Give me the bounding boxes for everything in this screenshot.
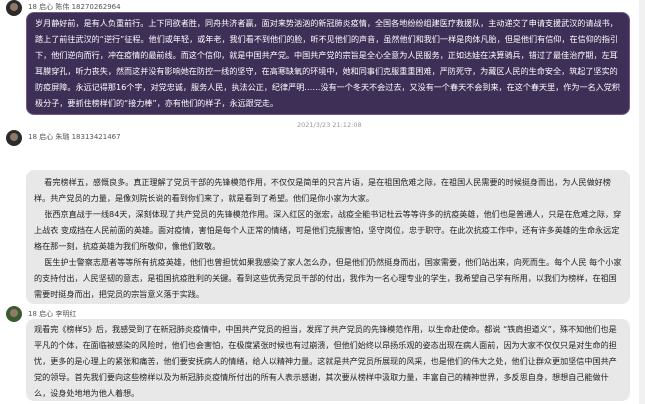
message-bubble[interactable]: 观看完《榜样5》后，我感受到了在新冠肺炎疫情中，中国共产党员的担当，发挥了共产党… xyxy=(26,319,630,401)
avatar[interactable] xyxy=(6,130,22,146)
sender-name: 18 启心 朱璐 18313421467 xyxy=(28,133,121,141)
message-text: 岁月静好前，是有人负重前行。上下同欲者胜，同舟共济者赢，面对来势汹汹的新冠肺炎疫… xyxy=(35,18,620,108)
message-bubble[interactable]: 看完榜样五，感慨良多。真正理解了党员干部的先锋模范作用，不仅仅是简单的只言片语，… xyxy=(26,170,630,304)
message-bubble[interactable]: 岁月静好前，是有人负重前行。上下同欲者胜，同舟共济者赢，面对来势汹汹的新冠肺炎疫… xyxy=(26,12,630,115)
scrollbar[interactable] xyxy=(639,0,645,404)
message-paragraph: 医生护士警察志愿者等等所有抗疫英雄，他们也曾担忧如果我感染了家人怎么办，但是他们… xyxy=(34,257,622,299)
avatar[interactable] xyxy=(6,306,22,322)
timestamp: 2021/3/23 21:12:08 xyxy=(297,121,362,129)
sender-name: 18 启心 陈伟 18270262964 xyxy=(28,3,121,11)
message-paragraph: 看完榜样五，感慨良多。真正理解了党员干部的先锋模范作用，不仅仅是简单的只言片语，… xyxy=(34,177,611,203)
message-paragraph: 张西京直战于一线84天，深刻体现了共产党员的先锋模范作用。深入红区的张宏，战疫全… xyxy=(34,209,622,251)
sender-name: 18 启心 李明红 xyxy=(28,310,77,318)
avatar[interactable] xyxy=(6,0,22,16)
message-text: 观看完《榜样5》后，我感受到了在新冠肺炎疫情中，中国共产党员的担当，发挥了共产党… xyxy=(34,324,617,398)
